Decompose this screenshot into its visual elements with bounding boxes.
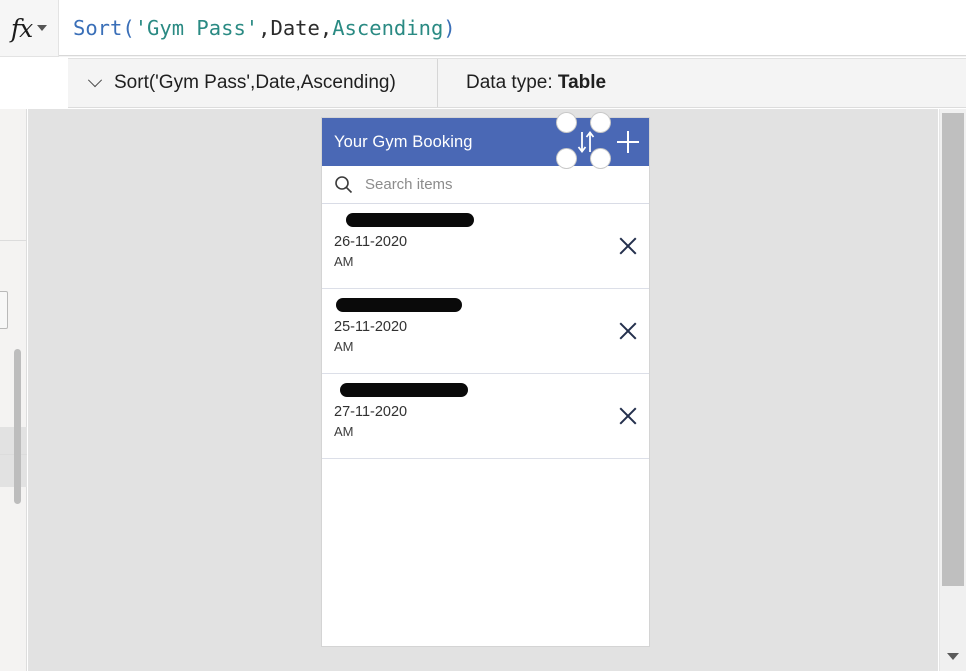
gallery-header: Your Gym Booking (322, 113, 649, 168)
data-type-label: Data type: (466, 72, 558, 93)
redacted-name (346, 213, 474, 227)
booking-date: 25-11-2020 (334, 319, 408, 335)
redacted-name (340, 383, 468, 397)
booking-time: AM (334, 254, 354, 269)
chevron-down-icon (37, 25, 48, 31)
table-row[interactable]: 27-11-2020 AM (322, 374, 649, 459)
table-row[interactable]: 26-11-2020 AM (322, 204, 649, 289)
search-input[interactable]: Search items (365, 176, 453, 193)
selection-handle-bottom-left[interactable] (557, 149, 576, 168)
tree-divider-top (0, 240, 27, 241)
gallery-control[interactable]: Your Gym Booking Search items 26-11-2020… (322, 113, 649, 646)
result-expression-text: Sort('Gym Pass',Date,Ascending) (114, 72, 396, 93)
data-type-info: Data type: Table (438, 72, 606, 94)
powerapps-studio-window: fx Sort('Gym Pass',Date,Ascending) Sort(… (0, 0, 966, 671)
fx-toggle-button[interactable]: fx (0, 0, 59, 57)
gallery-empty-area (322, 459, 649, 629)
plus-icon[interactable] (615, 129, 641, 155)
gallery-header-actions (557, 113, 641, 168)
tree-view-panel[interactable] (0, 109, 27, 671)
tree-item-chip[interactable] (0, 291, 8, 329)
chevron-down-icon[interactable] (87, 73, 103, 88)
scroll-down-button[interactable] (940, 643, 966, 669)
close-icon[interactable] (615, 318, 641, 344)
formula-token-comma-2: , (319, 15, 333, 40)
formula-input[interactable]: Sort('Gym Pass',Date,Ascending) (59, 0, 966, 56)
formula-expression: Sort('Gym Pass',Date,Ascending) (73, 16, 456, 40)
redacted-name (336, 298, 462, 312)
formula-token-string: 'Gym Pass' (134, 15, 259, 40)
formula-result-bar: Sort('Gym Pass',Date,Ascending) Data typ… (68, 58, 966, 108)
close-icon[interactable] (615, 403, 641, 429)
formula-token-comma-1: , (258, 15, 271, 40)
table-row[interactable]: 25-11-2020 AM (322, 289, 649, 374)
canvas-scrollbar-thumb[interactable] (942, 113, 964, 586)
booking-time: AM (334, 339, 354, 354)
formula-token-field: Date (270, 15, 320, 40)
data-type-value: Table (557, 72, 607, 93)
search-bar[interactable]: Search items (322, 166, 649, 204)
selection-handle-top-right[interactable] (591, 113, 610, 132)
selection-handle-top-left[interactable] (557, 113, 576, 132)
gallery-title: Your Gym Booking (334, 132, 473, 151)
close-icon[interactable] (615, 233, 641, 259)
formula-token-close-paren: ) (443, 15, 456, 40)
chevron-down-icon (947, 652, 959, 660)
sort-button[interactable] (557, 113, 610, 168)
formula-bar-row: fx Sort('Gym Pass',Date,Ascending) (0, 0, 966, 57)
formula-token-enum: Ascending (332, 15, 444, 40)
selection-handle-bottom-right[interactable] (591, 149, 610, 168)
formula-token-function: Sort( (73, 15, 135, 40)
booking-date: 27-11-2020 (334, 404, 408, 420)
booking-date: 26-11-2020 (334, 234, 408, 250)
booking-time: AM (334, 424, 354, 439)
search-icon (335, 176, 353, 194)
gallery-list: 26-11-2020 AM 25-11-2020 AM 27-11-2020 A… (322, 204, 649, 629)
tree-scrollbar-thumb[interactable] (14, 349, 21, 504)
fx-icon: fx (10, 13, 33, 43)
result-expression-group[interactable]: Sort('Gym Pass',Date,Ascending) (68, 59, 438, 107)
